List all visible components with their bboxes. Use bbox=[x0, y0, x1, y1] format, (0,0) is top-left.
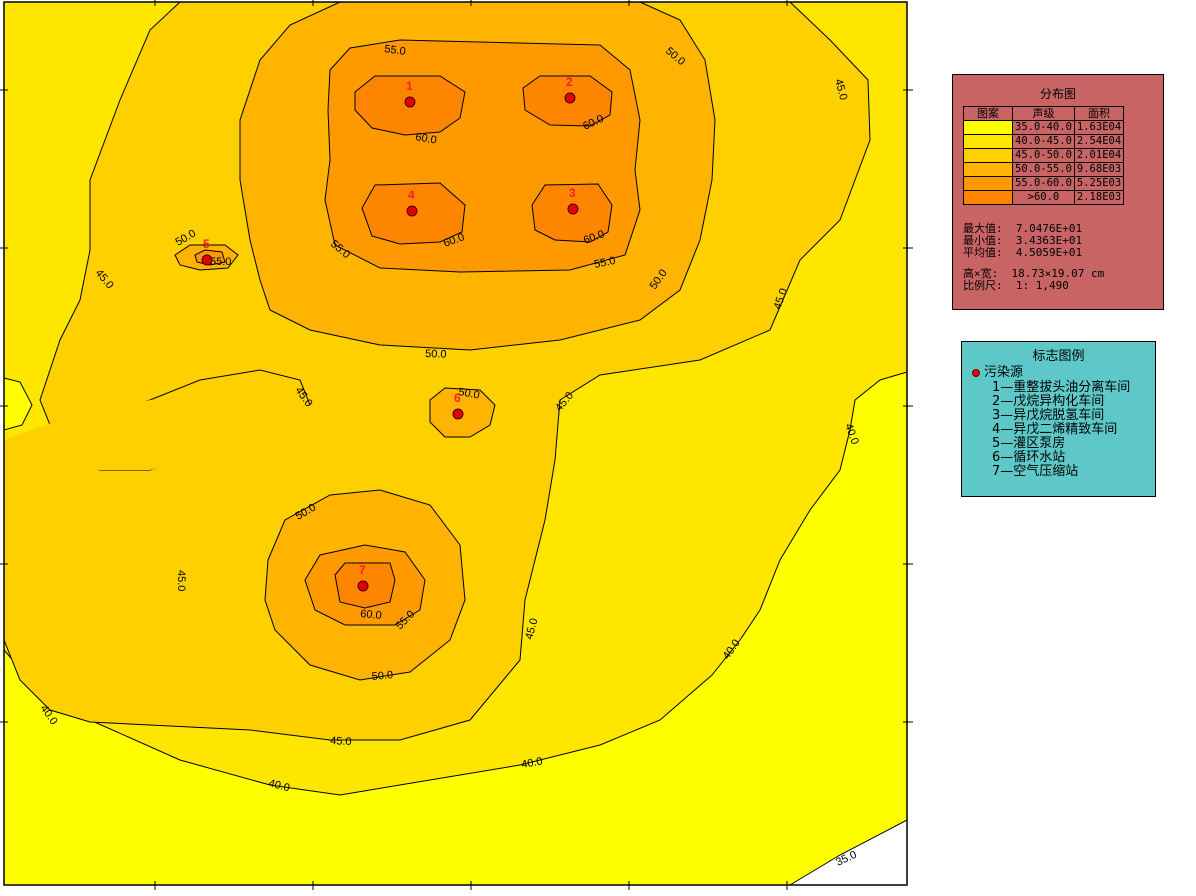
legend-item: 1—重整拔头油分离车间 bbox=[992, 380, 1131, 395]
header-level: 声级 bbox=[1012, 106, 1075, 121]
legend-item: 3—异戊烷脱氢车间 bbox=[992, 408, 1105, 423]
contour-label: 45.0 bbox=[175, 570, 187, 591]
swatch bbox=[963, 134, 1013, 149]
level-range: 45.0-50.0 bbox=[1012, 148, 1075, 163]
legend-item: 5—灌区泵房 bbox=[992, 436, 1066, 451]
level-range: 55.0-60.0 bbox=[1012, 176, 1075, 191]
legend-item: 6—循环水站 bbox=[992, 450, 1066, 465]
contour-label: 50.0 bbox=[425, 348, 447, 361]
svg-text:3: 3 bbox=[569, 186, 576, 200]
swatch bbox=[963, 148, 1013, 163]
contour-label: 55.0 bbox=[210, 256, 231, 268]
marks-legend-title: 标志图例 bbox=[1032, 349, 1085, 364]
header-area: 面积 bbox=[1073, 106, 1125, 121]
svg-text:4: 4 bbox=[408, 188, 415, 202]
level-range: 35.0-40.0 bbox=[1012, 120, 1075, 135]
legend-row: 40.0-45.0 2.54E04 bbox=[963, 134, 1125, 149]
stat-scale: 比例尺: 1: 1,490 bbox=[963, 279, 1069, 292]
area-value: 9.68E03 bbox=[1073, 162, 1125, 177]
area-value: 2.01E04 bbox=[1073, 148, 1125, 163]
distribution-legend: 分布图 图案 声级 面积 35.0-40.0 1.63E04 40.0-45.0 2… bbox=[952, 74, 1164, 310]
stat-size: 高×宽: 18.73×19.07 cm bbox=[963, 267, 1105, 280]
marks-legend: 标志图例 污染源 1—重整拔头油分离车间 2—戊烷异构化车间 3—异戊烷脱氢车间… bbox=[961, 341, 1156, 497]
contour-label: 45.0 bbox=[330, 735, 352, 748]
svg-text:6: 6 bbox=[454, 391, 461, 405]
legend-row: 45.0-50.0 2.01E04 bbox=[963, 148, 1125, 163]
legend-row: 55.0-60.0 5.25E03 bbox=[963, 176, 1125, 191]
level-range: 40.0-45.0 bbox=[1012, 134, 1075, 149]
swatch bbox=[963, 176, 1013, 191]
stat-max: 最大值: 7.0476E+01 bbox=[963, 222, 1083, 235]
legend-row: >60.0 2.18E03 bbox=[963, 190, 1125, 205]
level-range: >60.0 bbox=[1012, 190, 1075, 205]
legend-title: 分布图 bbox=[1039, 87, 1076, 101]
swatch bbox=[963, 162, 1013, 177]
area-value: 2.18E03 bbox=[1073, 190, 1125, 205]
legend-row: 35.0-40.0 1.63E04 bbox=[963, 120, 1125, 135]
legend-item: 2—戊烷异构化车间 bbox=[992, 394, 1105, 409]
swatch bbox=[963, 120, 1013, 135]
area-value: 5.25E03 bbox=[1073, 176, 1125, 191]
header-pattern: 图案 bbox=[963, 106, 1013, 121]
contour-label: 60.0 bbox=[360, 608, 382, 622]
area-value: 2.54E04 bbox=[1073, 134, 1125, 149]
legend-item: 7—空气压缩站 bbox=[992, 464, 1079, 479]
svg-text:5: 5 bbox=[203, 237, 210, 251]
source-legend-row: 污染源 bbox=[972, 366, 1023, 380]
contour-label: 50.0 bbox=[371, 669, 393, 683]
legend-table: 图案 声级 面积 35.0-40.0 1.63E04 40.0-45.0 2.54E… bbox=[963, 106, 1125, 205]
area-value: 1.63E04 bbox=[1073, 120, 1125, 135]
svg-text:1: 1 bbox=[406, 79, 413, 93]
source-label: 污染源 bbox=[984, 365, 1024, 380]
stat-min: 最小值: 3.4363E+01 bbox=[963, 234, 1083, 247]
legend-row: 50.0-55.0 9.68E03 bbox=[963, 162, 1125, 177]
stat-avg: 平均值: 4.5059E+01 bbox=[963, 246, 1083, 259]
source-dot-icon bbox=[972, 368, 980, 377]
legend-item: 4—异戊二烯精致车间 bbox=[992, 422, 1118, 437]
level-range: 50.0-55.0 bbox=[1012, 162, 1075, 177]
swatch bbox=[963, 190, 1013, 205]
svg-text:2: 2 bbox=[566, 75, 573, 89]
svg-text:7: 7 bbox=[359, 563, 366, 577]
